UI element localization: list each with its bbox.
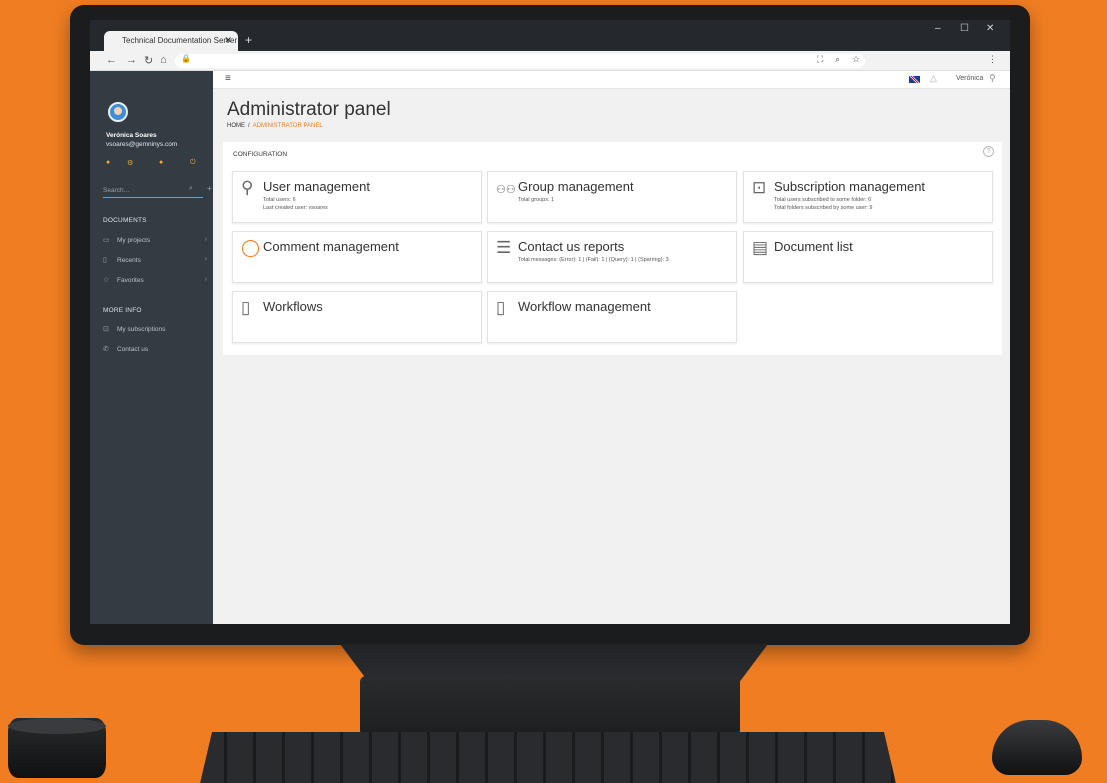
document-gear-icon: ▯ (496, 298, 506, 317)
document-list-icon: ▤ (752, 238, 769, 257)
user-icon: ⚲ (241, 178, 254, 197)
card-workflow-management[interactable]: ▯ Workflow management (487, 291, 737, 343)
breadcrumb-current: ADMINISTRATOR PANEL (252, 123, 323, 129)
card-workflows[interactable]: ▯ Workflows (232, 291, 482, 343)
uk-flag-icon[interactable] (909, 76, 920, 83)
new-tab-button[interactable]: + (245, 33, 252, 47)
reload-icon[interactable]: ↻ (144, 54, 153, 67)
phone-icon: ✆ (103, 346, 109, 353)
card-contact-us-reports[interactable]: ☰ Contact us reports Total messages: (Er… (487, 231, 737, 283)
sidebar-item-recents[interactable]: ▯ Recents › (103, 256, 209, 270)
sidebar-item-favorites[interactable]: ☆ Favorites › (103, 276, 209, 290)
sidebar-item-my-subscriptions[interactable]: ⊡ My subscriptions (103, 325, 209, 339)
star-icon: ☆ (103, 277, 110, 284)
card-document-list[interactable]: ▤ Document list (743, 231, 993, 283)
card-stat: Last created user: vsoares (263, 205, 328, 211)
search-input[interactable] (103, 184, 181, 196)
notifications-icon[interactable]: ● (159, 159, 163, 166)
card-stat: Total users: 6 (263, 197, 296, 203)
moreinfo-section-title: MORE INFO (103, 307, 142, 314)
card-title: Group management (518, 179, 634, 194)
card-group-management[interactable]: ⚇⚇ Group management Total groups: 1 (487, 171, 737, 223)
card-title: Document list (774, 239, 853, 254)
sidebar-item-my-projects[interactable]: ▭ My projects › (103, 236, 209, 250)
breadcrumb: HOME / ADMINISTRATOR PANEL (227, 123, 323, 129)
card-stat: Total users subscribed to some folder: 6 (774, 197, 872, 203)
clock-icon: ▯ (103, 257, 107, 264)
speaker (8, 718, 106, 778)
browser-tabbar: Technical Documentation Server ✕ + – ☐ ✕ (90, 20, 1010, 51)
configuration-panel: CONFIGURATION ? ⚲ User management Total … (223, 142, 1002, 355)
home-icon[interactable]: ⌂ (160, 54, 167, 66)
zoom-icon[interactable]: ⌕ (835, 54, 840, 65)
profile-icon[interactable]: ● (106, 159, 110, 166)
user-actions: ● ⚙ ● ⏻ (106, 159, 211, 169)
breadcrumb-home[interactable]: HOME (227, 123, 245, 129)
tab-title: Technical Documentation Server (122, 36, 238, 45)
browser-tab[interactable]: Technical Documentation Server ✕ (104, 31, 238, 51)
card-comment-management[interactable]: ◯ Comment management (232, 231, 482, 283)
configuration-title: CONFIGURATION (233, 151, 288, 158)
card-title: Contact us reports (518, 239, 625, 254)
power-icon[interactable]: ⏻ (190, 159, 196, 167)
document-icon: ▯ (241, 298, 251, 317)
card-title: Workflows (263, 299, 323, 314)
screen: Technical Documentation Server ✕ + – ☐ ✕… (90, 20, 1010, 624)
keyboard (198, 732, 898, 783)
add-icon[interactable]: + (207, 184, 212, 193)
card-title: Comment management (263, 239, 399, 254)
folder-icon: ▭ (103, 237, 110, 244)
rss-icon: ⊡ (752, 178, 767, 197)
settings-icon[interactable]: ⚙ (127, 159, 133, 167)
bookmark-star-icon[interactable]: ☆ (852, 54, 860, 65)
main-content: ≡ △ Verónica ⚲ Administrator panel HOME /… (213, 71, 1010, 624)
chevron-right-icon: › (204, 236, 207, 243)
forward-icon[interactable]: → (126, 54, 137, 66)
sidebar-item-contact-us[interactable]: ✆ Contact us (103, 345, 209, 359)
card-stat: Total folders subscribed by some user: 9 (774, 205, 873, 211)
card-subscription-management[interactable]: ⊡ Subscription management Total users su… (743, 171, 993, 223)
user-name: Verónica Soares (106, 132, 157, 139)
minimize-icon[interactable]: – (935, 23, 941, 34)
checklist-icon: ☰ (496, 238, 512, 257)
avatar[interactable] (108, 102, 128, 122)
lock-icon: 🔒 (181, 54, 191, 63)
close-window-icon[interactable]: ✕ (986, 23, 994, 34)
sidebar: Verónica Soares vsoares@gemninys.com ● ⚙… (90, 71, 213, 624)
card-stat: Total messages: (Error): 1 | (Fail): 1 |… (518, 257, 669, 263)
help-icon[interactable]: ? (983, 146, 994, 157)
sidebar-search: ⌕ + (103, 184, 212, 198)
card-title: User management (263, 179, 370, 194)
hamburger-menu-icon[interactable]: ≡ (225, 73, 231, 84)
topbar-user-name[interactable]: Verónica (956, 75, 983, 82)
chevron-right-icon: › (204, 276, 207, 283)
group-icon: ⚇⚇ (496, 184, 516, 196)
browser-menu-icon[interactable]: ⋮ (988, 54, 997, 65)
app-topbar: ≡ △ Verónica ⚲ (213, 71, 1010, 89)
user-email: vsoares@gemninys.com (106, 141, 178, 148)
page-title: Administrator panel (227, 99, 391, 120)
monitor-base (360, 676, 740, 736)
browser-addressbar: ← → ↻ ⌂ 🔒 ⛶ ⌕ ☆ ⋮ (90, 51, 1010, 71)
comment-icon: ◯ (241, 238, 261, 257)
card-stat: Total groups: 1 (518, 197, 555, 203)
chevron-right-icon: › (204, 256, 207, 263)
tab-close-icon[interactable]: ✕ (224, 35, 232, 46)
breadcrumb-separator: / (248, 123, 250, 129)
mouse (992, 720, 1082, 775)
user-icon[interactable]: ⚲ (989, 73, 996, 84)
back-icon[interactable]: ← (106, 54, 117, 66)
documents-section-title: DOCUMENTS (103, 217, 147, 224)
url-input[interactable]: 🔒 (175, 54, 865, 68)
card-title: Subscription management (774, 179, 926, 194)
maximize-icon[interactable]: ☐ (960, 23, 969, 34)
translate-icon[interactable]: ⛶ (817, 54, 823, 65)
rss-icon: ⊡ (103, 326, 109, 333)
card-user-management[interactable]: ⚲ User management Total users: 6 Last cr… (232, 171, 482, 223)
search-icon[interactable]: ⌕ (189, 185, 193, 193)
card-title: Workflow management (518, 299, 651, 314)
bell-icon[interactable]: △ (930, 73, 937, 84)
